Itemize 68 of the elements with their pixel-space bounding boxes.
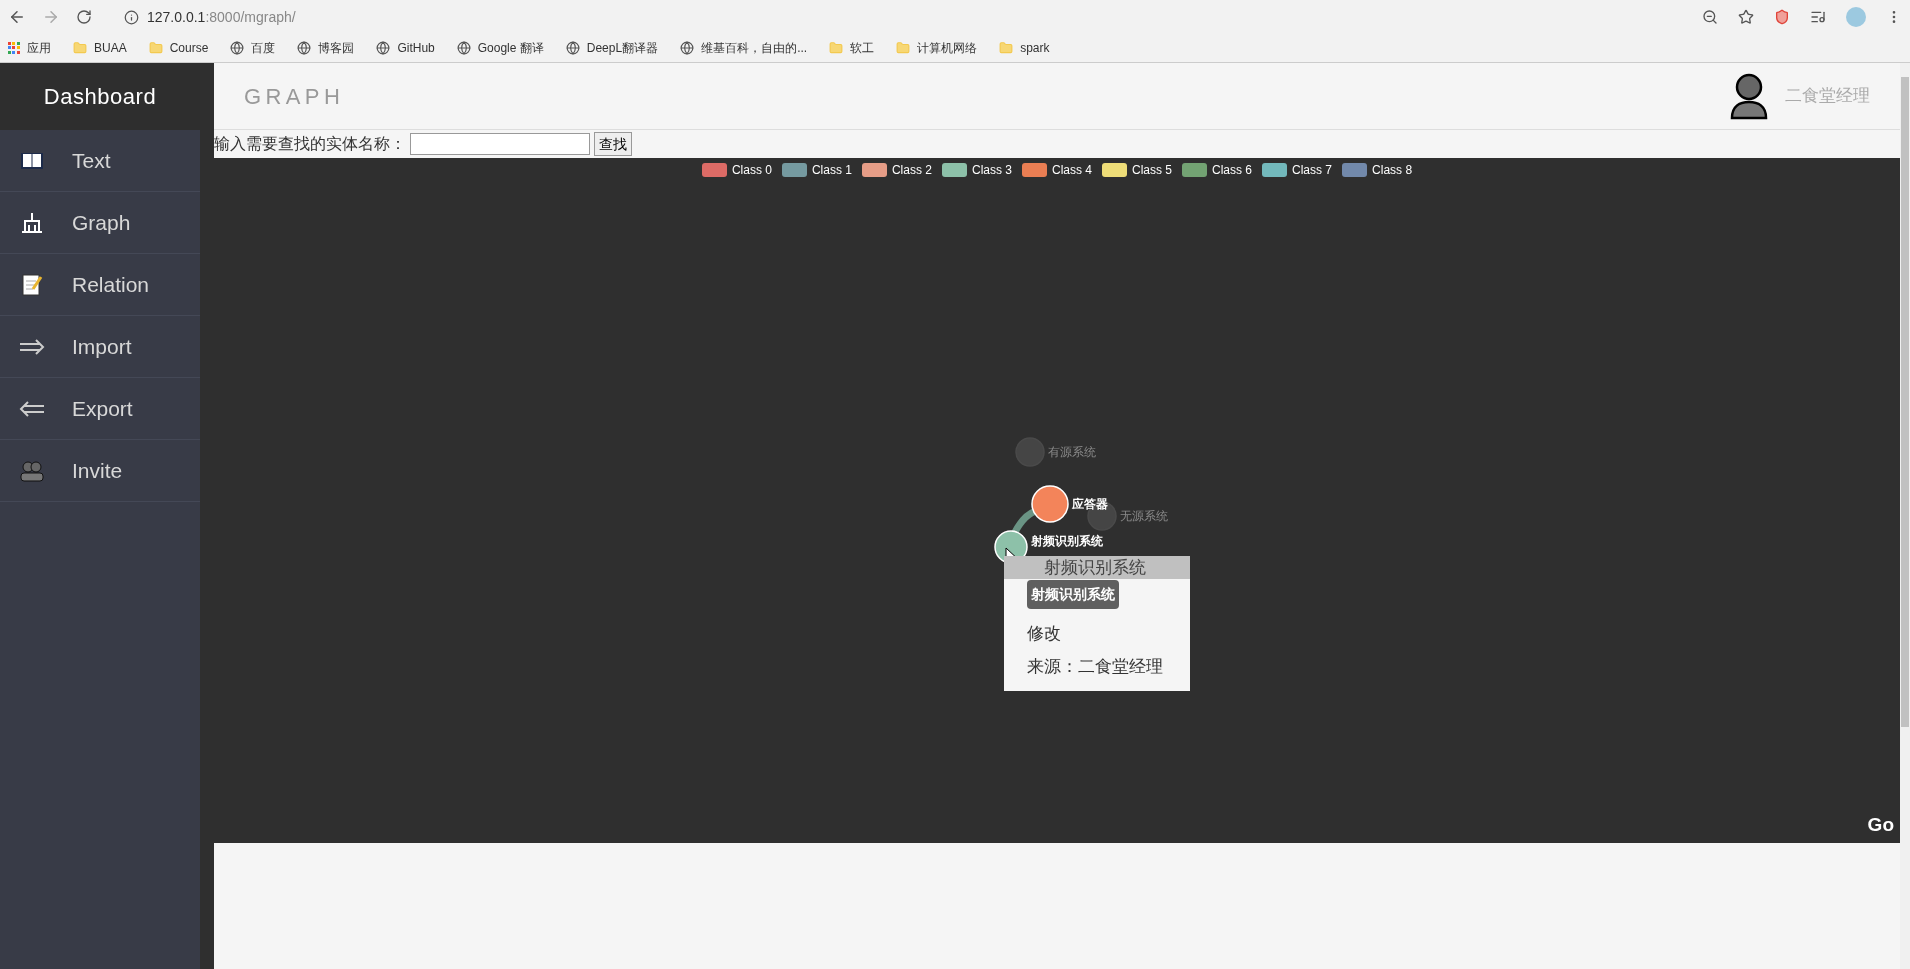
legend-item[interactable]: Class 7 bbox=[1262, 161, 1333, 179]
bookmark[interactable]: 维基百科，自由的... bbox=[680, 39, 808, 57]
search-button[interactable]: 查找 bbox=[594, 132, 632, 156]
info-icon[interactable] bbox=[124, 9, 139, 25]
site-icon bbox=[376, 41, 391, 55]
site-icon bbox=[297, 41, 312, 55]
back-icon[interactable] bbox=[8, 8, 26, 26]
sidebar-title: Dashboard bbox=[0, 63, 200, 130]
legend-item[interactable]: Class 4 bbox=[1022, 161, 1092, 179]
reload-icon[interactable] bbox=[76, 9, 92, 25]
go-label[interactable]: Go bbox=[1867, 810, 1894, 839]
bookmark[interactable]: Google 翻译 bbox=[456, 39, 544, 57]
context-menu-item[interactable]: 来源：二食堂经理 bbox=[1004, 650, 1190, 683]
left-double-arrow-icon bbox=[19, 400, 45, 417]
node-label: 射频识别系统 bbox=[1031, 534, 1103, 548]
site-icon bbox=[230, 41, 245, 55]
context-menu-title: 射频识别系统 bbox=[1004, 556, 1190, 579]
star-icon[interactable] bbox=[1738, 9, 1754, 25]
legend-item[interactable]: Class 1 bbox=[781, 161, 852, 179]
folder-icon bbox=[999, 41, 1014, 55]
bookmark[interactable]: DeepL翻译器 bbox=[565, 39, 659, 57]
folder-icon bbox=[896, 41, 911, 55]
zoom-out-icon[interactable] bbox=[1702, 9, 1718, 25]
bookmark[interactable]: 博客园 bbox=[297, 39, 355, 57]
scrollbar[interactable] bbox=[1900, 63, 1910, 969]
folder-icon bbox=[829, 41, 844, 55]
search-field[interactable] bbox=[410, 133, 590, 155]
site-icon bbox=[565, 41, 580, 55]
bookmark[interactable]: 计算机网络 bbox=[896, 39, 978, 57]
book-icon bbox=[20, 150, 44, 171]
playlist-icon[interactable] bbox=[1810, 9, 1826, 25]
memo-icon bbox=[21, 272, 43, 297]
search-label: 输入需要查找的实体名称： bbox=[214, 134, 406, 154]
legend-item[interactable]: Class 5 bbox=[1102, 161, 1172, 179]
user-name: 二食堂经理 bbox=[1785, 85, 1870, 108]
people-icon bbox=[20, 459, 44, 482]
tooltip: 射频识别系统 bbox=[1027, 580, 1119, 609]
bookmark[interactable]: 百度 bbox=[230, 39, 276, 57]
apps-grid-icon bbox=[8, 42, 20, 54]
hierarchy-icon bbox=[20, 210, 44, 235]
right-double-arrow-icon bbox=[19, 338, 45, 355]
bookmark[interactable]: GitHub bbox=[376, 39, 435, 57]
sidebar-item[interactable]: Text bbox=[0, 130, 200, 192]
user-avatar-icon bbox=[1729, 72, 1769, 120]
bookmark[interactable]: 软工 bbox=[829, 39, 875, 57]
legend-item[interactable]: Class 2 bbox=[861, 161, 932, 179]
address-bar[interactable]: 127.0.0.1:8000/mgraph/ bbox=[147, 6, 296, 28]
node-label: 应答器 bbox=[1072, 497, 1108, 511]
site-icon bbox=[456, 41, 471, 55]
site-icon bbox=[680, 41, 695, 55]
bookmark[interactable]: Course bbox=[148, 39, 209, 57]
bookmark[interactable]: 应用 bbox=[8, 39, 51, 57]
shield-icon[interactable] bbox=[1774, 9, 1790, 25]
graph-node[interactable] bbox=[1015, 437, 1045, 467]
legend-item[interactable]: Class 6 bbox=[1182, 161, 1253, 179]
context-menu-item[interactable]: 修改 bbox=[1004, 617, 1190, 650]
node-label: 有源系统 bbox=[1048, 445, 1096, 459]
bookmark[interactable]: BUAA bbox=[73, 39, 127, 57]
legend-item[interactable]: Class 8 bbox=[1342, 161, 1413, 179]
bookmark[interactable]: spark bbox=[999, 39, 1050, 57]
sidebar-item[interactable]: Invite bbox=[0, 440, 200, 502]
folder-icon bbox=[148, 41, 163, 55]
folder-icon bbox=[73, 41, 87, 55]
page-title: GRAPH bbox=[244, 82, 345, 111]
sidebar-item[interactable]: Relation bbox=[0, 254, 200, 316]
legend-item[interactable]: Class 3 bbox=[941, 161, 1012, 179]
legend-item[interactable]: Class 0 bbox=[701, 161, 772, 179]
node-label: 无源系统 bbox=[1120, 509, 1168, 523]
